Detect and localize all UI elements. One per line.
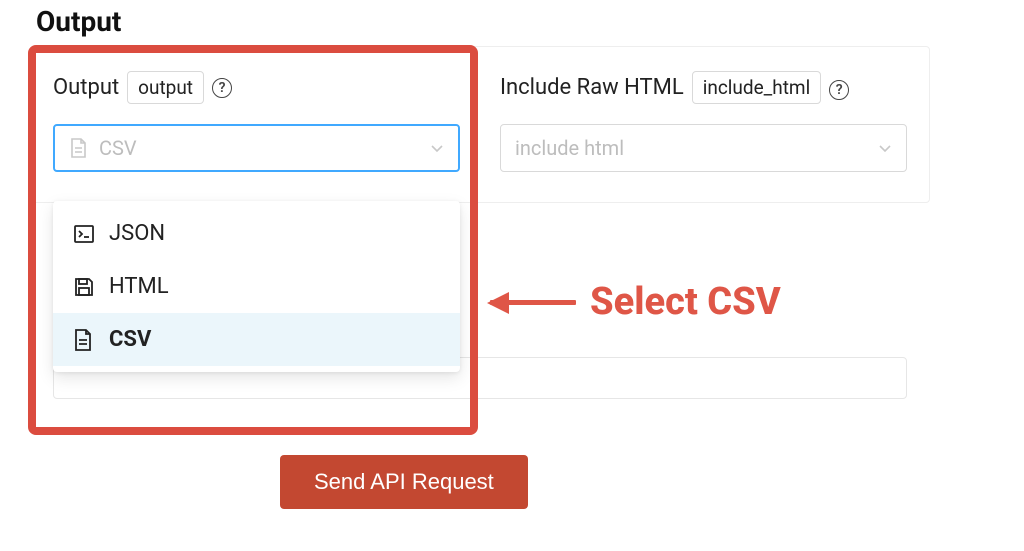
file-icon [73,329,95,351]
dropdown-option-html[interactable]: HTML [53,260,460,313]
section-title: Output [36,5,930,38]
send-api-request-button[interactable]: Send API Request [280,455,528,509]
annotation-text: Select CSV [590,280,781,324]
dropdown-option-label: JSON [109,221,165,246]
output-param-badge: output [127,71,204,104]
button-label: Send API Request [314,469,494,495]
include-html-param-badge: include_html [692,71,821,104]
include-html-field-label: Include Raw HTML [500,75,684,100]
output-select[interactable]: CSV [53,124,460,172]
output-field-label: Output [53,75,119,100]
output-card: Output output ? CSV [30,46,930,203]
include-html-column: Include Raw HTML include_html ? include … [500,71,907,172]
chevron-down-icon [878,141,892,155]
chevron-down-icon [430,141,444,155]
annotation: Select CSV [490,280,781,324]
include-html-placeholder: include html [515,136,878,160]
output-select-value: CSV [99,136,430,160]
output-column: Output output ? CSV [53,71,460,172]
help-icon[interactable]: ? [829,80,849,100]
dropdown-option-csv[interactable]: CSV [53,313,460,366]
include-html-select[interactable]: include html [500,124,907,172]
dropdown-option-label: HTML [109,274,169,299]
dropdown-option-json[interactable]: JSON [53,207,460,260]
file-icon [69,138,87,158]
dropdown-option-label: CSV [109,327,151,352]
help-icon[interactable]: ? [212,78,232,98]
arrow-left-icon [490,300,576,305]
terminal-icon [73,223,95,245]
output-dropdown: JSON HTML [53,201,460,372]
save-icon [73,276,95,298]
